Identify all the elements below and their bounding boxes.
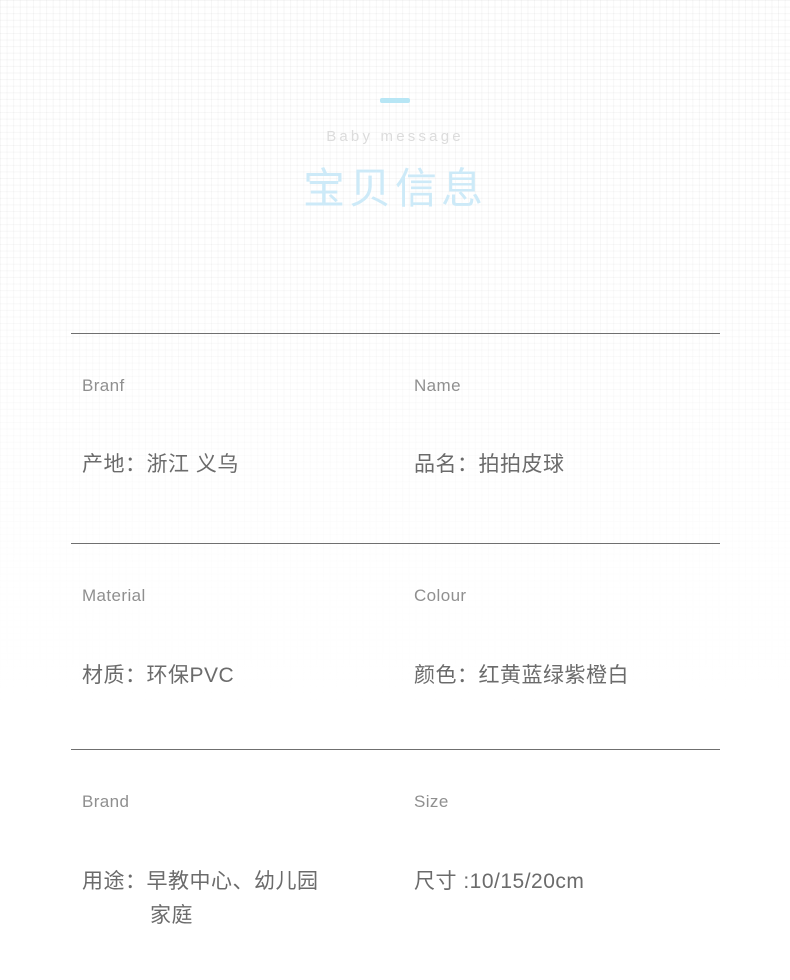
cell-label: Name <box>414 376 461 395</box>
cell-value: 材质：环保PVC <box>82 664 235 687</box>
header-accent-bar <box>380 98 410 103</box>
page-title: 宝贝信息 <box>302 165 487 212</box>
table-cell-colour: Colour 颜色：红黄蓝绿紫橙白 <box>403 544 720 693</box>
cell-value: 颜色：红黄蓝绿紫橙白 <box>414 664 629 687</box>
cell-label: Colour <box>414 586 467 605</box>
baby-info-table: Branf 产地：浙江 义乌 Name 品名：拍拍皮球 Material 材质：… <box>71 333 720 980</box>
product-info-page: Baby message 宝贝信息 Branf 产地：浙江 义乌 Name 品名… <box>0 0 790 980</box>
cell-value-continuation: 家庭 <box>150 904 193 928</box>
cell-value-group: 用途：早教中心、幼儿园 家庭 <box>82 810 403 933</box>
cell-label: Branf <box>82 376 125 395</box>
table-cell-material: Material 材质：环保PVC <box>71 544 403 693</box>
page-header: Baby message 宝贝信息 <box>0 0 790 210</box>
cell-value: 尺寸 :10/15/20cm <box>414 870 585 893</box>
header-subtitle: Baby message <box>326 128 464 145</box>
table-cell-brand-origin: Branf 产地：浙江 义乌 <box>71 334 403 482</box>
table-row: Brand 用途：早教中心、幼儿园 家庭 Size 尺寸 :10/15/20cm <box>71 750 720 980</box>
cell-label: Material <box>82 586 146 605</box>
cell-label: Size <box>414 792 449 811</box>
cell-label: Brand <box>82 792 130 811</box>
table-cell-product-name: Name 品名：拍拍皮球 <box>403 334 720 482</box>
table-row: Branf 产地：浙江 义乌 Name 品名：拍拍皮球 <box>71 334 720 543</box>
cell-value: 产地：浙江 义乌 <box>82 453 239 476</box>
cell-value: 用途：早教中心、幼儿园 <box>82 870 319 893</box>
cell-value: 品名：拍拍皮球 <box>414 453 565 476</box>
table-cell-usage: Brand 用途：早教中心、幼儿园 家庭 <box>71 750 403 933</box>
table-row: Material 材质：环保PVC Colour 颜色：红黄蓝绿紫橙白 <box>71 544 720 749</box>
table-cell-size: Size 尺寸 :10/15/20cm <box>403 750 720 899</box>
